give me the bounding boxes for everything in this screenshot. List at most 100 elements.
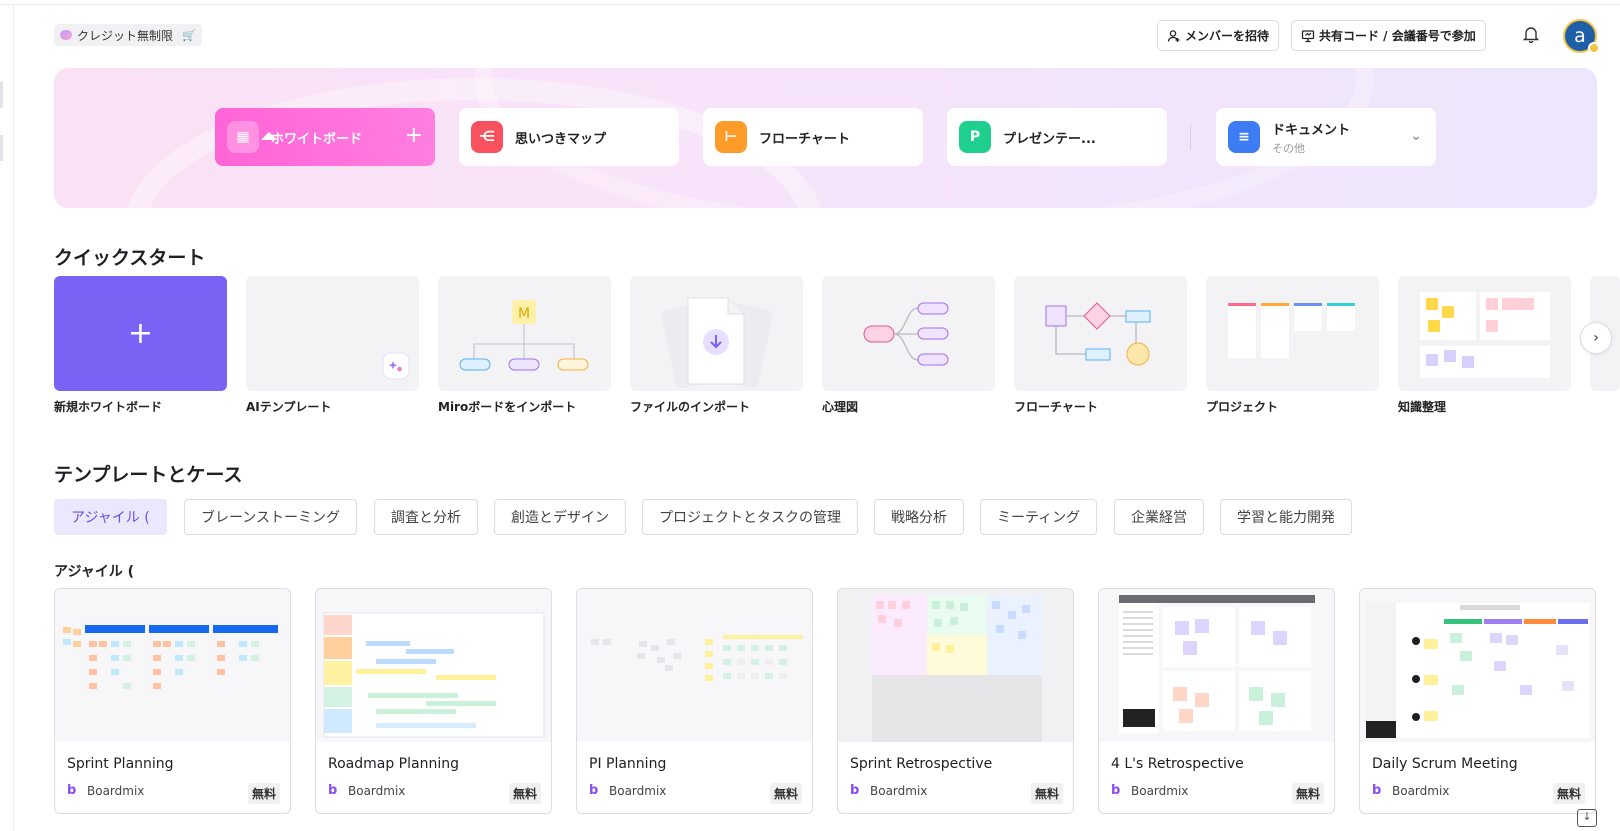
- user-plus-icon: [1167, 29, 1180, 42]
- credit-badge[interactable]: クレジット無制限 🛒: [54, 24, 202, 46]
- price-badge: 無料: [508, 783, 541, 804]
- rail-mark: [0, 82, 3, 108]
- template-author: b Boardmix: [1372, 784, 1449, 798]
- brand-label: Boardmix: [1392, 784, 1450, 798]
- left-rail: [0, 5, 14, 831]
- create-document-button[interactable]: ≡ ドキュメント その他 ⌄: [1216, 108, 1436, 166]
- join-label: 共有コード / 会議番号で参加: [1319, 29, 1476, 43]
- qs-label: 知識整理: [1398, 400, 1447, 414]
- document-icon: ≡: [1228, 121, 1260, 153]
- file-import-card[interactable]: [630, 276, 803, 391]
- bell-icon[interactable]: [1523, 25, 1539, 43]
- plus-icon: +: [404, 123, 423, 148]
- template-card[interactable]: PI Planning b Boardmix 無料: [576, 588, 813, 814]
- template-thumbnail: [316, 589, 551, 742]
- window-top-edge: [0, 0, 1620, 5]
- mind-diagram-card[interactable]: [822, 276, 995, 391]
- create-label: 思いつきマップ: [515, 131, 607, 147]
- category-chip[interactable]: 企業経営: [1114, 499, 1204, 535]
- ai-template-card[interactable]: [246, 276, 419, 391]
- create-flowchart-button[interactable]: ⊢ フローチャート: [703, 108, 923, 166]
- download-icon[interactable]: ↓: [1577, 809, 1597, 827]
- active-indicator: [261, 132, 277, 140]
- price-badge: 無料: [1291, 783, 1324, 804]
- template-name: Daily Scrum Meeting: [1372, 756, 1518, 772]
- price-badge: 無料: [769, 783, 802, 804]
- qs-label: プロジェクト: [1206, 400, 1279, 414]
- qs-label: Miroボードをインポート: [438, 400, 577, 414]
- template-name: Sprint Planning: [67, 756, 174, 772]
- credit-icon: [60, 30, 72, 40]
- new-whiteboard-card[interactable]: +: [54, 276, 227, 391]
- boardmix-logo-icon: b: [589, 783, 599, 798]
- create-label: プレゼンテー...: [1003, 131, 1096, 147]
- qs-label: フローチャート: [1014, 400, 1098, 414]
- vip-badge: [1588, 42, 1600, 54]
- template-name: Roadmap Planning: [328, 756, 459, 772]
- templates-title: テンプレートとケース: [54, 464, 243, 486]
- quickstart-title: クイックスタート: [54, 247, 206, 269]
- mindmap-icon: ⋲: [471, 121, 503, 153]
- template-name: PI Planning: [589, 756, 667, 772]
- template-card[interactable]: Sprint Retrospective b Boardmix 無料: [837, 588, 1074, 814]
- qs-label: 心理図: [822, 400, 859, 414]
- template-author: b Boardmix: [589, 784, 666, 798]
- presentation-icon: P: [959, 121, 991, 153]
- brand-label: Boardmix: [870, 784, 928, 798]
- category-chip[interactable]: 創造とデザイン: [494, 499, 626, 535]
- category-chip[interactable]: ブレーンストーミング: [184, 499, 358, 535]
- flowchart-diagram-icon: [1045, 302, 1151, 366]
- rail-mark: [0, 135, 3, 161]
- miro-import-card[interactable]: M: [438, 276, 611, 391]
- template-author: b Boardmix: [67, 784, 144, 798]
- template-card[interactable]: Daily Scrum Meeting b Boardmix 無料: [1359, 588, 1596, 814]
- category-chip[interactable]: プロジェクトとタスクの管理: [642, 499, 858, 535]
- boardmix-logo-icon: b: [1372, 783, 1382, 798]
- file-upload-icon: [661, 297, 773, 389]
- template-author: b Boardmix: [328, 784, 405, 798]
- chevron-down-icon[interactable]: ⌄: [1410, 128, 1422, 144]
- template-name: Sprint Retrospective: [850, 756, 993, 772]
- template-card[interactable]: Sprint Planning b Boardmix 無料: [54, 588, 291, 814]
- join-meeting-button[interactable]: 共有コード / 会議番号で参加: [1291, 20, 1486, 51]
- qs-label: 新規ホワイトボード: [54, 400, 163, 414]
- flowchart-icon: ⊢: [715, 121, 747, 153]
- create-whiteboard-button[interactable]: ▦ ホワイトボード +: [215, 108, 435, 166]
- template-author: b Boardmix: [850, 784, 927, 798]
- kanban-icon: [1228, 303, 1355, 358]
- create-mindmap-button[interactable]: ⋲ 思いつきマップ: [459, 108, 679, 166]
- boardmix-logo-icon: b: [850, 783, 860, 798]
- invite-button[interactable]: メンバーを招待: [1157, 20, 1280, 51]
- template-thumbnail: [55, 589, 290, 742]
- template-card[interactable]: Roadmap Planning b Boardmix 無料: [315, 588, 552, 814]
- boardmix-logo-icon: b: [328, 783, 338, 798]
- template-card[interactable]: 4 L's Retrospective b Boardmix 無料: [1098, 588, 1335, 814]
- category-section-label: アジャイル (: [54, 564, 135, 580]
- qs-label: ファイルのインポート: [630, 400, 751, 414]
- category-chip[interactable]: 戦略分析: [874, 499, 964, 535]
- category-chip[interactable]: ミーティング: [980, 499, 1098, 535]
- create-label: ホワイトボード: [271, 131, 363, 147]
- flowchart-card[interactable]: [1014, 276, 1187, 391]
- create-sublabel: その他: [1272, 141, 1305, 155]
- chevron-right-icon[interactable]: ›: [1580, 322, 1612, 354]
- create-presentation-button[interactable]: P プレゼンテー...: [947, 108, 1167, 166]
- template-thumbnail: [1099, 589, 1334, 742]
- brand-label: Boardmix: [348, 784, 406, 798]
- category-chip[interactable]: 学習と能力開発: [1220, 499, 1352, 535]
- project-card[interactable]: [1206, 276, 1379, 391]
- cart-icon[interactable]: 🛒: [182, 29, 196, 42]
- svg-text:M: M: [518, 306, 530, 322]
- knowledge-board-icon: [1420, 292, 1550, 378]
- template-name: 4 L's Retrospective: [1111, 756, 1244, 772]
- plus-icon: +: [127, 316, 154, 351]
- avatar[interactable]: a: [1563, 19, 1600, 54]
- category-chip[interactable]: 調査と分析: [374, 499, 478, 535]
- template-thumbnail: [577, 589, 812, 742]
- knowledge-card[interactable]: [1398, 276, 1571, 391]
- brand-label: Boardmix: [87, 784, 145, 798]
- price-badge: 無料: [1030, 783, 1063, 804]
- avatar-letter: a: [1574, 25, 1586, 47]
- category-chip[interactable]: アジャイル (: [54, 499, 167, 535]
- present-icon: [1301, 29, 1315, 42]
